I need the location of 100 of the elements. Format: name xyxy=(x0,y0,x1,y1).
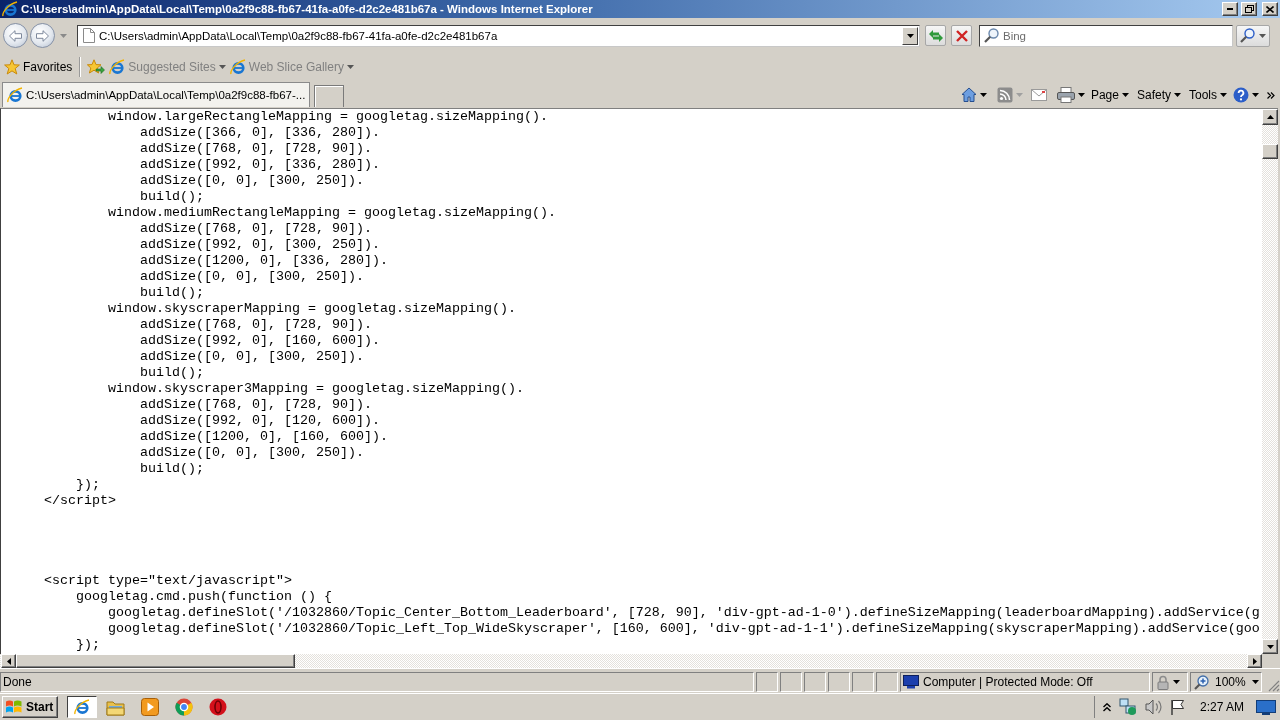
code-line: addSize([768, 0], [728, 90]). xyxy=(140,141,372,156)
code-line: }); xyxy=(76,477,100,492)
code-line: build(); xyxy=(140,285,204,300)
protected-mode-button[interactable] xyxy=(1155,673,1181,691)
minimize-icon xyxy=(1227,8,1233,10)
browser-tab[interactable]: C:\Users\admin\AppData\Local\Temp\0a2f9c88-fb67-... xyxy=(2,82,311,107)
code-line: build(); xyxy=(140,365,204,380)
arrow-down-icon xyxy=(1266,644,1274,649)
o-badge-icon xyxy=(209,698,228,716)
search-input[interactable]: Bing xyxy=(1003,26,1231,45)
caret-down-icon xyxy=(1251,680,1259,684)
scroll-up-button[interactable] xyxy=(1262,109,1278,125)
stop-button[interactable] xyxy=(951,25,972,46)
search-icon xyxy=(1240,28,1255,43)
refresh-arrows-icon xyxy=(927,28,944,43)
command-menu-button[interactable]: Safety xyxy=(1132,84,1185,106)
favorites-button[interactable]: Favorites xyxy=(3,55,74,78)
status-pane xyxy=(780,672,802,692)
scroll-right-button[interactable] xyxy=(1247,654,1262,668)
status-pane xyxy=(828,672,850,692)
caret-down-icon xyxy=(1220,93,1227,97)
folder-icon xyxy=(106,698,127,716)
code-line: addSize([0, 0], [300, 250]). xyxy=(140,349,364,364)
scroll-left-button[interactable] xyxy=(1,654,16,668)
code-line: addSize([768, 0], [728, 90]). xyxy=(140,221,372,236)
refresh-button[interactable] xyxy=(925,25,946,46)
search-field[interactable]: Bing xyxy=(979,24,1233,47)
code-line: window.skyscraper3Mapping = googletag.sizeMapping(). xyxy=(108,381,524,396)
forward-button[interactable] xyxy=(30,23,55,48)
print-button[interactable] xyxy=(1054,84,1087,106)
close-icon xyxy=(1266,5,1274,13)
caret-down-icon xyxy=(1121,93,1129,97)
speaker-icon xyxy=(1144,699,1162,715)
new-tab-button[interactable] xyxy=(314,85,345,107)
code-line: googletag.defineSlot('/1032860/Topic_Left_Top_WideSkyscraper', [160, 600], 'div-gpt-ad-1-1').defineSizeMapping(skyscraperMapping).addService(goo xyxy=(108,621,1260,636)
feed-icon xyxy=(996,87,1013,103)
clock[interactable]: 2:27 AM xyxy=(1199,700,1244,714)
code-line: <script type="text/javascript"> xyxy=(44,573,292,588)
caret-down-icon xyxy=(218,64,226,69)
zoom-button[interactable]: 100% xyxy=(1193,673,1260,691)
ring-logo-icon xyxy=(175,698,194,716)
status-pane xyxy=(852,672,874,692)
caret-down-icon xyxy=(1252,93,1259,97)
status-pane xyxy=(756,672,778,692)
caret-down-icon xyxy=(1259,33,1266,38)
home-icon xyxy=(960,87,977,103)
command-menu-button[interactable]: Tools xyxy=(1185,84,1231,106)
arrow-right-icon xyxy=(1252,657,1257,665)
windows-logo-icon xyxy=(5,699,23,715)
show-hidden-icons-button[interactable] xyxy=(1102,702,1111,712)
address-input[interactable]: C:\Users\admin\AppData\Local\Temp\0a2f9c88-fb67-41fa-a0fe-d2c2e481b67a xyxy=(99,26,898,45)
code-line: addSize([0, 0], [300, 250]). xyxy=(140,173,364,188)
stop-x-icon xyxy=(955,29,968,42)
volume-button[interactable] xyxy=(1144,699,1162,715)
search-button[interactable] xyxy=(1236,24,1270,47)
network-button[interactable] xyxy=(1118,698,1137,716)
command-menu-button[interactable]: Page xyxy=(1086,84,1133,106)
star-icon xyxy=(4,58,20,75)
code-line: addSize([768, 0], [728, 90]). xyxy=(140,397,372,412)
network-icon xyxy=(1118,698,1137,716)
help-icon xyxy=(1233,87,1249,103)
code-line: addSize([366, 0], [336, 280]). xyxy=(140,125,380,140)
arrow-left-icon xyxy=(6,657,11,665)
e-logo-icon xyxy=(109,58,126,75)
caret-down-icon xyxy=(1015,93,1023,97)
scrollbar-thumb[interactable] xyxy=(16,654,295,668)
code-line: googletag.cmd.push(function () { xyxy=(76,589,332,604)
zoom-in-icon xyxy=(1194,674,1209,690)
address-dropdown-button[interactable] xyxy=(902,26,918,45)
window-title: C:\Users\admin\AppData\Local\Temp\0a2f9c88-fb67-41fa-a0fe-d2c2e481b67a - Windows Internet Explorer xyxy=(21,3,594,15)
caret-down-icon xyxy=(1174,93,1181,97)
minimize-button[interactable] xyxy=(1222,2,1238,16)
code-line: addSize([1200, 0], [160, 600]). xyxy=(140,429,388,444)
status-pane xyxy=(876,672,898,692)
play-icon xyxy=(141,698,160,716)
restore-icon xyxy=(1244,5,1254,13)
code-line: addSize([1200, 0], [336, 280]). xyxy=(140,253,388,268)
address-field[interactable]: C:\Users\admin\AppData\Local\Temp\0a2f9c88-fb67-41fa-a0fe-d2c2e481b67a xyxy=(77,24,920,47)
close-button[interactable] xyxy=(1262,2,1278,16)
restore-button[interactable] xyxy=(1241,2,1257,16)
code-line: addSize([0, 0], [300, 250]). xyxy=(140,269,364,284)
caret-down-icon xyxy=(979,93,987,97)
scrollbar-thumb[interactable] xyxy=(1262,144,1278,159)
page-icon xyxy=(83,28,95,43)
e-logo-icon xyxy=(229,58,246,75)
code-line: googletag.defineSlot('/1032860/Topic_Center_Bottom_Leaderboard', [728, 90], 'div-gpt-ad-1-0').defineSizeMapping(leaderboardMapping).addService(g xyxy=(108,605,1260,620)
taskbar-app-button[interactable] xyxy=(67,696,98,718)
show-desktop-button[interactable] xyxy=(1256,699,1276,715)
scroll-down-button[interactable] xyxy=(1262,639,1278,654)
code-line: }); xyxy=(76,637,100,652)
caret-down-icon xyxy=(906,33,914,38)
back-button[interactable] xyxy=(3,23,28,48)
code-line: addSize([992, 0], [336, 280]). xyxy=(140,157,380,172)
status-pane xyxy=(804,672,826,692)
code-line: </script> xyxy=(44,493,116,508)
code-line: addSize([992, 0], [120, 600]). xyxy=(140,413,380,428)
action-center-button[interactable] xyxy=(1169,698,1186,716)
caret-down-icon xyxy=(1077,93,1085,97)
code-line: build(); xyxy=(140,189,204,204)
start-button[interactable]: Start xyxy=(2,696,59,718)
